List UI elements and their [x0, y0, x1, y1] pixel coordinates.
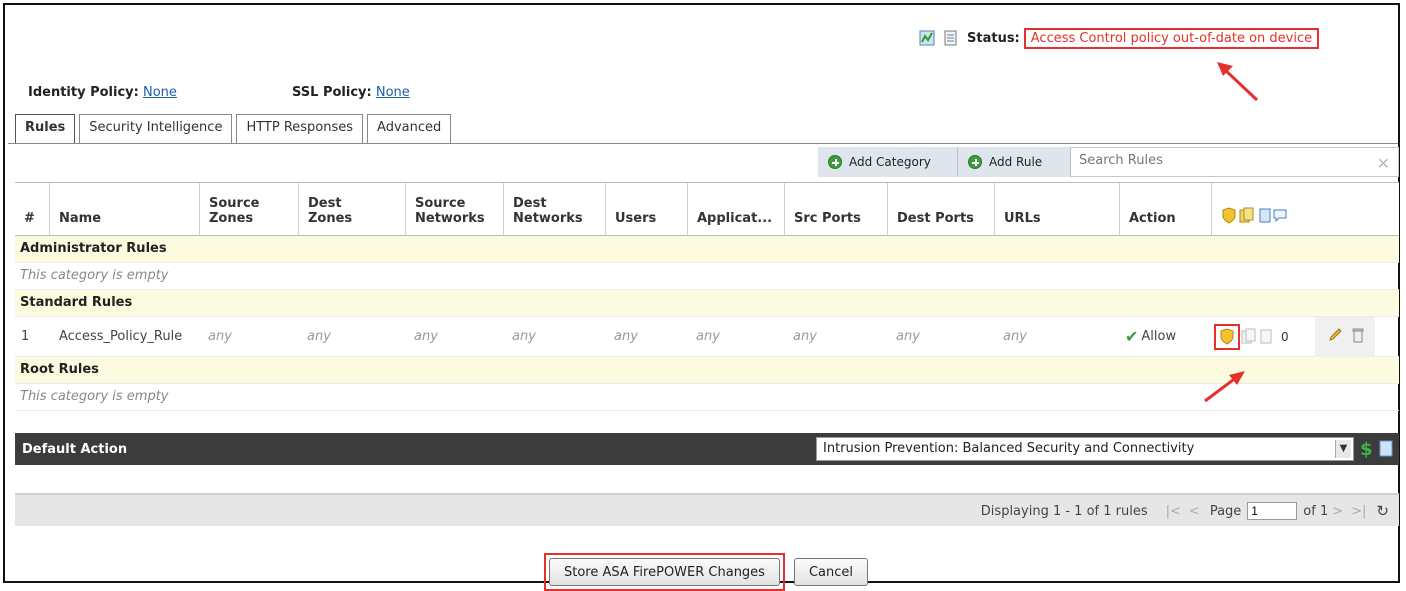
rule-users[interactable]: any [605, 329, 687, 344]
rules-table: # Name Source Zones Dest Zones Source Ne… [15, 182, 1399, 411]
default-action-value: Intrusion Prevention: Balanced Security … [823, 441, 1195, 456]
rule-action[interactable]: ✔ Allow [1119, 327, 1211, 346]
file-policy-logging-icons [1241, 328, 1272, 343]
add-rule-label: Add Rule [989, 155, 1043, 169]
header-icons [1211, 183, 1315, 235]
header-src-ports[interactable]: Src Ports [784, 183, 887, 235]
rule-applications[interactable]: any [687, 329, 784, 344]
rules-toolbar: Add Category Add Rule Search Rules ✕ [818, 147, 1399, 177]
category-administrator-rules[interactable]: Administrator Rules [15, 236, 1399, 263]
prev-page-icon[interactable]: < [1189, 504, 1200, 519]
status-label: Status: [967, 30, 1020, 46]
pager: Displaying 1 - 1 of 1 rules |< < Page of… [981, 502, 1389, 520]
identity-policy-link[interactable]: None [143, 85, 177, 100]
identity-policy: Identity Policy: None [28, 85, 177, 100]
category-standard-rules[interactable]: Standard Rules [15, 290, 1399, 317]
rule-name[interactable]: Access_Policy_Rule [49, 329, 199, 344]
empty-category-message: This category is empty [15, 263, 1399, 290]
rule-source-zones[interactable]: any [199, 329, 298, 344]
tab-http-responses[interactable]: HTTP Responses [236, 114, 364, 143]
add-icon [968, 155, 982, 169]
header-num[interactable]: # [15, 183, 49, 235]
rule-src-ports[interactable]: any [784, 329, 887, 344]
rule-dest-networks[interactable]: any [503, 329, 605, 344]
page-of-text: of 1 [1303, 503, 1329, 519]
identity-policy-label: Identity Policy: [28, 85, 139, 100]
footer-buttons: Store ASA FirePOWER Changes Cancel [544, 553, 869, 591]
add-icon [828, 155, 842, 169]
report-chart-icon[interactable] [919, 30, 935, 46]
header-name[interactable]: Name [49, 183, 199, 235]
empty-category-message: This category is empty [15, 384, 1399, 411]
header-urls[interactable]: URLs [994, 183, 1119, 235]
document-icon[interactable] [943, 30, 959, 46]
search-placeholder: Search Rules [1079, 153, 1163, 168]
page-label: Page [1209, 503, 1242, 519]
status-text: Access Control policy out-of-date on dev… [1023, 27, 1320, 49]
search-input[interactable]: Search Rules ✕ [1071, 147, 1399, 177]
header-applications[interactable]: Applicat... [687, 183, 784, 235]
edit-pencil-icon[interactable] [1327, 327, 1343, 347]
header-options-icons [1222, 207, 1287, 224]
last-page-icon[interactable]: >| [1351, 504, 1366, 519]
default-action-bar: Default Action Intrusion Prevention: Bal… [15, 433, 1399, 465]
logging-icon[interactable] [1379, 440, 1393, 461]
header-users[interactable]: Users [605, 183, 687, 235]
add-rule-button[interactable]: Add Rule [958, 147, 1071, 177]
header-source-networks[interactable]: Source Networks [405, 183, 503, 235]
add-category-button[interactable]: Add Category [818, 147, 958, 177]
rule-action-label: Allow [1141, 329, 1177, 344]
refresh-icon[interactable]: ↻ [1376, 502, 1389, 520]
header-dest-ports[interactable]: Dest Ports [887, 183, 994, 235]
status-area: Status: Access Control policy out-of-dat… [919, 26, 1320, 50]
comment-count: 0 [1281, 329, 1289, 344]
ssl-policy-link[interactable]: None [376, 85, 410, 100]
table-row[interactable]: 1 Access_Policy_Rule any any any any any… [15, 316, 1399, 357]
variable-set-icon[interactable]: $ [1360, 439, 1373, 460]
store-button-highlight: Store ASA FirePOWER Changes [544, 553, 785, 591]
policy-editor-frame: Status: Access Control policy out-of-dat… [3, 3, 1400, 591]
delete-trash-icon[interactable] [1351, 327, 1365, 347]
rule-edit-area [1315, 316, 1375, 357]
page-number-input[interactable] [1247, 502, 1298, 520]
header-dest-zones[interactable]: Dest Zones [298, 183, 405, 235]
clear-search-icon[interactable]: ✕ [1377, 154, 1390, 173]
first-page-icon[interactable]: |< [1166, 504, 1181, 519]
pager-bar: Displaying 1 - 1 of 1 rules |< < Page of… [15, 493, 1399, 526]
tab-rules[interactable]: Rules [15, 114, 76, 144]
header-action[interactable]: Action [1119, 183, 1211, 235]
tab-advanced[interactable]: Advanced [367, 114, 452, 143]
allow-check-icon: ✔ [1125, 327, 1139, 346]
store-changes-button[interactable]: Store ASA FirePOWER Changes [549, 558, 780, 586]
add-category-label: Add Category [849, 155, 931, 169]
ssl-policy: SSL Policy: None [292, 85, 410, 100]
rule-source-networks[interactable]: any [405, 329, 503, 344]
chevron-down-icon[interactable]: ▼ [1335, 440, 1351, 458]
header-dest-networks[interactable]: Dest Networks [503, 183, 605, 235]
category-root-rules[interactable]: Root Rules [15, 357, 1399, 384]
pager-summary: Displaying 1 - 1 of 1 rules [980, 503, 1148, 519]
rule-dest-zones[interactable]: any [298, 329, 405, 344]
default-action-label: Default Action [22, 441, 128, 457]
cancel-button[interactable]: Cancel [793, 558, 869, 586]
intrusion-policy-icon[interactable] [1214, 323, 1240, 350]
rule-dest-ports[interactable]: any [887, 329, 994, 344]
table-header-row: # Name Source Zones Dest Zones Source Ne… [15, 182, 1399, 236]
rule-options: 0 [1211, 323, 1315, 350]
header-source-zones[interactable]: Source Zones [199, 183, 298, 235]
default-action-select[interactable]: Intrusion Prevention: Balanced Security … [816, 437, 1354, 461]
annotation-arrow-rule [1204, 371, 1245, 403]
tab-security-intelligence[interactable]: Security Intelligence [79, 114, 233, 143]
rule-num: 1 [21, 329, 30, 344]
next-page-icon[interactable]: > [1332, 504, 1343, 519]
tab-bar: Rules Security Intelligence HTTP Respons… [15, 114, 455, 144]
annotation-arrow-status [1217, 62, 1259, 102]
rule-urls[interactable]: any [994, 329, 1119, 344]
tab-divider [8, 143, 1398, 144]
ssl-policy-label: SSL Policy: [292, 85, 372, 100]
